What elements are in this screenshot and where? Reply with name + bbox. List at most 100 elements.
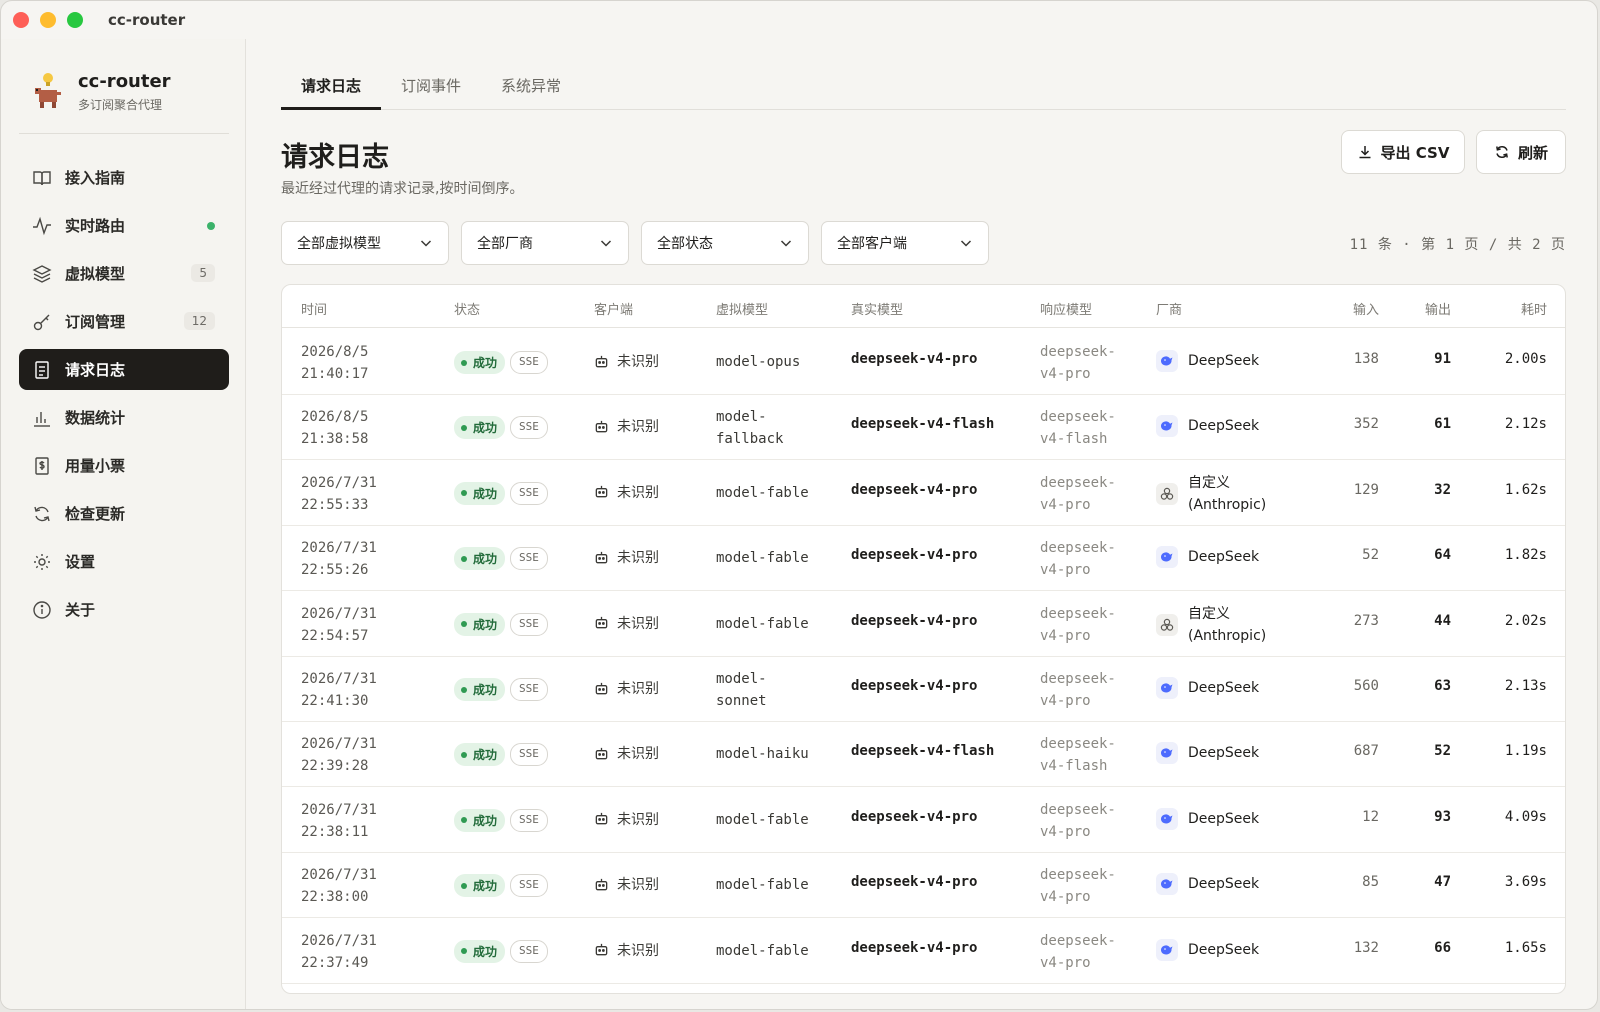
export-csv-button[interactable]: 导出 CSV <box>1341 130 1465 174</box>
response-model-line: deepseek- <box>1040 671 1116 687</box>
status-text: 成功 <box>473 748 498 763</box>
sidebar-item-label: 请求日志 <box>65 361 126 379</box>
response-model-line: v4-flash <box>1040 758 1108 775</box>
client-text: 未识别 <box>617 746 659 763</box>
table-row[interactable]: 2026/7/31 22:54:57 成功 SSE 未识别 model-fable deep… <box>282 591 1565 657</box>
virtual-model-line: model-fable <box>716 811 809 828</box>
sidebar-item-live-routing[interactable]: 实时路由 <box>19 205 229 246</box>
table-row[interactable]: 2026/8/5 21:40:17 成功 SSE 未识别 model-opus deepse… <box>282 329 1565 395</box>
vendor-filter[interactable]: 全部厂商 <box>461 221 629 265</box>
activity-icon <box>31 215 53 237</box>
export-csv-label: 导出 CSV <box>1380 143 1450 162</box>
chevron-down-icon <box>958 235 974 255</box>
status-cell: 成功 SSE <box>454 416 548 440</box>
virtual-model-line: model-opus <box>716 354 801 370</box>
vendor-name-line: (Anthropic) <box>1188 496 1267 513</box>
sidebar-item-subscriptions[interactable]: 订阅管理 12 <box>19 301 229 342</box>
count-badge: 12 <box>183 312 215 330</box>
sidebar-item-check-update[interactable]: 检查更新 <box>19 493 229 534</box>
output-tokens-cell: 52 <box>1434 743 1451 760</box>
real-model-cell: deepseek-v4-pro <box>851 678 978 694</box>
column-header-duration[interactable]: 耗时 <box>1521 299 1547 318</box>
table-row[interactable]: 2026/7/31 22:39:28 成功 SSE 未识别 model-haiku deep… <box>282 721 1565 788</box>
app-logo-icon <box>31 72 65 112</box>
sidebar-item-virtual-models[interactable]: 虚拟模型 5 <box>19 253 229 294</box>
zoom-window-button[interactable] <box>67 12 83 28</box>
window-title: cc-router <box>108 11 186 29</box>
refresh-button[interactable]: 刷新 <box>1476 130 1566 174</box>
response-model-cell: deepseek-v4-flash <box>1040 733 1116 777</box>
status-text: 成功 <box>473 421 498 436</box>
column-header-virtual-model[interactable]: 虚拟模型 <box>716 299 768 318</box>
response-model-cell: deepseek-v4-pro <box>1040 537 1116 581</box>
robot-icon <box>594 354 609 369</box>
client-text: 未识别 <box>617 942 659 959</box>
column-header-status[interactable]: 状态 <box>454 299 480 318</box>
sidebar-item-guide[interactable]: 接入指南 <box>19 157 229 198</box>
input-tokens-cell: 129 <box>1353 481 1379 498</box>
duration-cell: 2.12s <box>1504 416 1547 433</box>
response-model-line: v4-pro <box>1040 627 1091 644</box>
status-badge: 成功 <box>454 416 506 440</box>
virtual-model-line: model-fable <box>716 615 809 632</box>
status-badge: 成功 <box>454 808 506 832</box>
sidebar-item-about[interactable]: 关于 <box>19 589 229 630</box>
real-model-cell: deepseek-v4-pro <box>851 808 978 825</box>
column-header-input[interactable]: 输入 <box>1353 299 1379 318</box>
table-row[interactable]: 2026/7/31 22:55:26 成功 SSE 未识别 model-fable deep… <box>282 525 1565 592</box>
column-header-vendor[interactable]: 厂商 <box>1156 299 1182 318</box>
table-row[interactable]: 2026/7/31 22:41:30 成功 SSE 未识别 model-sonnet dee… <box>282 656 1565 722</box>
title-bar: cc-router <box>1 1 1597 39</box>
table-row[interactable]: 2026/8/5 21:38:58 成功 SSE 未识别 model-fallback de… <box>282 394 1565 461</box>
column-header-output[interactable]: 输出 <box>1425 299 1451 318</box>
tab-subscription-events[interactable]: 订阅事件 <box>381 69 481 109</box>
date-text: 2026/8/5 <box>301 344 369 360</box>
chevron-down-icon <box>418 235 434 255</box>
time-text: 22:37:49 <box>301 954 369 971</box>
virtual-model-cell: model-haiku <box>716 743 809 765</box>
input-tokens-cell: 52 <box>1362 547 1379 564</box>
live-status-dot <box>207 222 215 230</box>
client-cell: 未识别 <box>594 940 659 960</box>
divider <box>19 133 229 134</box>
status-filter[interactable]: 全部状态 <box>641 221 809 265</box>
tab-system-errors[interactable]: 系统异常 <box>481 69 581 109</box>
response-model-line: v4-pro <box>1040 889 1091 906</box>
sidebar-item-usage-receipt[interactable]: 用量小票 <box>19 445 229 486</box>
sidebar-item-settings[interactable]: 设置 <box>19 541 229 582</box>
status-cell: 成功 SSE <box>454 939 548 963</box>
real-model-cell: deepseek-v4-flash <box>851 416 995 433</box>
virtual-model-filter[interactable]: 全部虚拟模型 <box>281 221 449 265</box>
table-row[interactable]: 2026/7/31 22:38:00 成功 SSE 未识别 model-fable deep… <box>282 852 1565 919</box>
real-model-cell: deepseek-v4-pro <box>851 481 978 498</box>
stream-mode-badge: SSE <box>510 481 548 505</box>
robot-icon <box>594 550 609 565</box>
table-row[interactable]: 2026/7/31 22:38:11 成功 SSE 未识别 model-fable deep… <box>282 787 1565 853</box>
virtual-model-cell: model-opus <box>716 351 800 373</box>
close-window-button[interactable] <box>13 12 29 28</box>
minimize-window-button[interactable] <box>40 12 56 28</box>
column-header-real-model[interactable]: 真实模型 <box>851 299 903 318</box>
column-header-response-model[interactable]: 响应模型 <box>1040 299 1092 318</box>
deepseek-whale-icon <box>1156 742 1178 765</box>
vendor-name-line: DeepSeek <box>1188 745 1260 762</box>
tab-request-logs[interactable]: 请求日志 <box>281 69 382 110</box>
status-badge: 成功 <box>454 939 506 963</box>
receipt-icon <box>31 455 53 477</box>
brand-subtitle: 多订阅聚合代理 <box>78 98 163 112</box>
sidebar-item-statistics[interactable]: 数据统计 <box>19 397 229 438</box>
column-header-time[interactable]: 时间 <box>301 299 327 318</box>
robot-icon <box>594 484 609 499</box>
table-row[interactable]: 2026/7/31 22:55:33 成功 SSE 未识别 model-fable deep… <box>282 460 1565 526</box>
sidebar-item-request-logs[interactable]: 请求日志 <box>19 349 229 390</box>
duration-cell: 1.19s <box>1504 743 1547 760</box>
count-badge: 5 <box>191 264 215 282</box>
output-tokens-cell: 32 <box>1434 481 1451 498</box>
robot-icon <box>594 942 609 957</box>
date-text: 2026/8/5 <box>301 409 369 426</box>
vendor-cell: 自定义 (Anthropic) <box>1156 472 1266 516</box>
table-row[interactable]: 2026/7/31 22:37:49 成功 SSE 未识别 model-fable deep… <box>282 918 1565 984</box>
client-filter[interactable]: 全部客户端 <box>821 221 989 265</box>
duration-cell: 2.00s <box>1504 351 1547 367</box>
column-header-client[interactable]: 客户端 <box>594 299 633 318</box>
